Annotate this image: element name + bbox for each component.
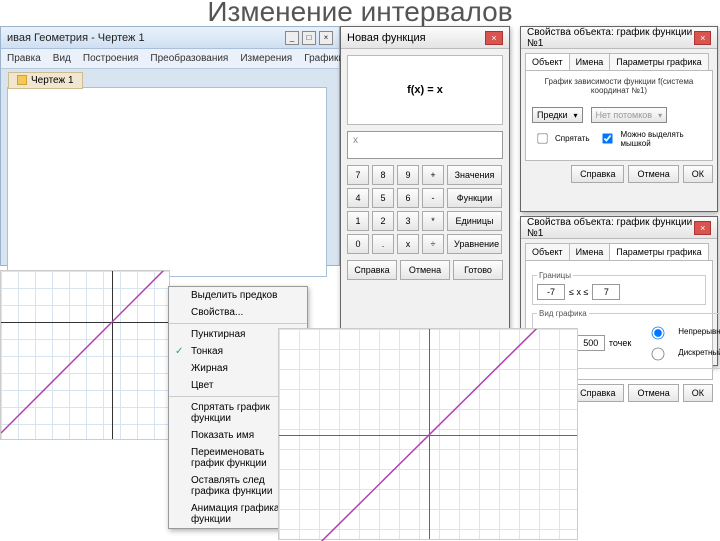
discrete-radio[interactable]: Дискретный bbox=[639, 343, 720, 362]
functions-button[interactable]: Функции bbox=[447, 188, 502, 208]
key-div[interactable]: ÷ bbox=[422, 234, 444, 254]
app-titlebar: ивая Геометрия - Чертеж 1 _ □ × bbox=[1, 27, 339, 49]
app-title: ивая Геометрия - Чертеж 1 bbox=[7, 32, 145, 44]
ok-button[interactable]: ОК bbox=[683, 384, 713, 402]
mouse-select-checkbox[interactable]: Можно выделять мышкой bbox=[597, 129, 706, 148]
key-2[interactable]: 2 bbox=[372, 211, 394, 231]
dialog-title: Свойства объекта: график функции №1 bbox=[527, 217, 694, 239]
tab-object[interactable]: Объект bbox=[525, 243, 570, 260]
key-8[interactable]: 8 bbox=[372, 165, 394, 185]
bounds-legend: Границы bbox=[537, 271, 573, 280]
menubar: Правка Вид Построения Преобразования Изм… bbox=[1, 49, 339, 69]
close-icon[interactable]: × bbox=[694, 221, 711, 235]
tab-graph-params[interactable]: Параметры графика bbox=[609, 243, 708, 260]
context-item[interactable]: Выделить предков bbox=[169, 287, 307, 304]
low-bound-input[interactable] bbox=[537, 284, 565, 300]
hide-checkbox[interactable]: Спрятать bbox=[532, 129, 589, 148]
properties-dialog-object: Свойства объекта: график функции №1× Объ… bbox=[520, 26, 718, 212]
doc-icon bbox=[17, 75, 27, 85]
key-minus[interactable]: - bbox=[422, 188, 444, 208]
bounds-expr: ≤ x ≤ bbox=[569, 287, 588, 297]
values-button[interactable]: Значения bbox=[447, 165, 502, 185]
key-3[interactable]: 3 bbox=[397, 211, 419, 231]
page-title: Изменение интервалов bbox=[0, 0, 720, 28]
function-display: f(x) = x bbox=[347, 55, 503, 125]
doc-tab[interactable]: Чертеж 1 bbox=[8, 72, 83, 89]
high-bound-input[interactable] bbox=[592, 284, 620, 300]
view-legend: Вид графика bbox=[537, 309, 589, 318]
close-icon[interactable]: × bbox=[485, 31, 503, 45]
key-9[interactable]: 9 bbox=[397, 165, 419, 185]
main-graph[interactable] bbox=[278, 328, 578, 540]
ancestors-dropdown[interactable]: Предки bbox=[532, 107, 583, 123]
key-4[interactable]: 4 bbox=[347, 188, 369, 208]
help-button[interactable]: Справка bbox=[571, 384, 624, 402]
done-button[interactable]: Готово bbox=[453, 260, 503, 280]
menu-item[interactable]: Вид bbox=[47, 49, 77, 68]
tab-names[interactable]: Имена bbox=[569, 53, 611, 70]
key-0[interactable]: 0 bbox=[347, 234, 369, 254]
key-dot[interactable]: . bbox=[372, 234, 394, 254]
key-plus[interactable]: + bbox=[422, 165, 444, 185]
object-description: График зависимости функции f(система коо… bbox=[532, 77, 706, 95]
units-button[interactable]: Единицы bbox=[447, 211, 502, 231]
help-button[interactable]: Справка bbox=[571, 165, 624, 183]
plot-line bbox=[1, 271, 170, 440]
function-input[interactable]: x bbox=[347, 131, 503, 159]
plot-line bbox=[279, 329, 579, 541]
dialog-titlebar: Новая функция × bbox=[341, 27, 509, 49]
tab-object[interactable]: Объект bbox=[525, 53, 570, 70]
small-graph[interactable] bbox=[0, 270, 170, 440]
minimize-button[interactable]: _ bbox=[285, 31, 299, 45]
ok-button[interactable]: ОК bbox=[683, 165, 713, 183]
dialog-title: Свойства объекта: график функции №1 bbox=[527, 27, 694, 49]
dialog-title: Новая функция bbox=[347, 32, 426, 44]
points-unit: точек bbox=[609, 338, 631, 348]
bounds-fieldset: Границы ≤ x ≤ bbox=[532, 271, 706, 305]
menu-item[interactable]: Правка bbox=[1, 49, 47, 68]
app-window: ивая Геометрия - Чертеж 1 _ □ × Правка В… bbox=[0, 26, 340, 266]
key-7[interactable]: 7 bbox=[347, 165, 369, 185]
close-button[interactable]: × bbox=[319, 31, 333, 45]
menu-item[interactable]: Измерения bbox=[234, 49, 298, 68]
context-item[interactable]: Свойства... bbox=[169, 304, 307, 321]
tab-graph-params[interactable]: Параметры графика bbox=[609, 53, 708, 70]
key-6[interactable]: 6 bbox=[397, 188, 419, 208]
key-1[interactable]: 1 bbox=[347, 211, 369, 231]
cancel-button[interactable]: Отмена bbox=[628, 165, 678, 183]
help-button[interactable]: Справка bbox=[347, 260, 397, 280]
menu-item[interactable]: Построения bbox=[77, 49, 145, 68]
maximize-button[interactable]: □ bbox=[302, 31, 316, 45]
key-5[interactable]: 5 bbox=[372, 188, 394, 208]
cancel-button[interactable]: Отмена bbox=[628, 384, 678, 402]
menu-item[interactable]: Преобразования bbox=[144, 49, 234, 68]
key-mul[interactable]: * bbox=[422, 211, 444, 231]
key-x[interactable]: x bbox=[397, 234, 419, 254]
continuous-radio[interactable]: Непрерывный bbox=[639, 322, 720, 341]
document-area[interactable]: Чертеж 1 bbox=[7, 87, 327, 277]
cancel-button[interactable]: Отмена bbox=[400, 260, 450, 280]
no-children-dropdown: Нет потомков bbox=[591, 107, 668, 123]
new-function-dialog: Новая функция × f(x) = x x 7 8 9 + Значе… bbox=[340, 26, 510, 346]
points-input[interactable] bbox=[577, 335, 605, 351]
tab-names[interactable]: Имена bbox=[569, 243, 611, 260]
equation-button[interactable]: Уравнение bbox=[447, 234, 502, 254]
calculator-keypad: 7 8 9 + Значения 4 5 6 - Функции 1 2 3 *… bbox=[347, 165, 503, 254]
close-icon[interactable]: × bbox=[694, 31, 711, 45]
doc-tab-label: Чертеж 1 bbox=[31, 75, 74, 86]
